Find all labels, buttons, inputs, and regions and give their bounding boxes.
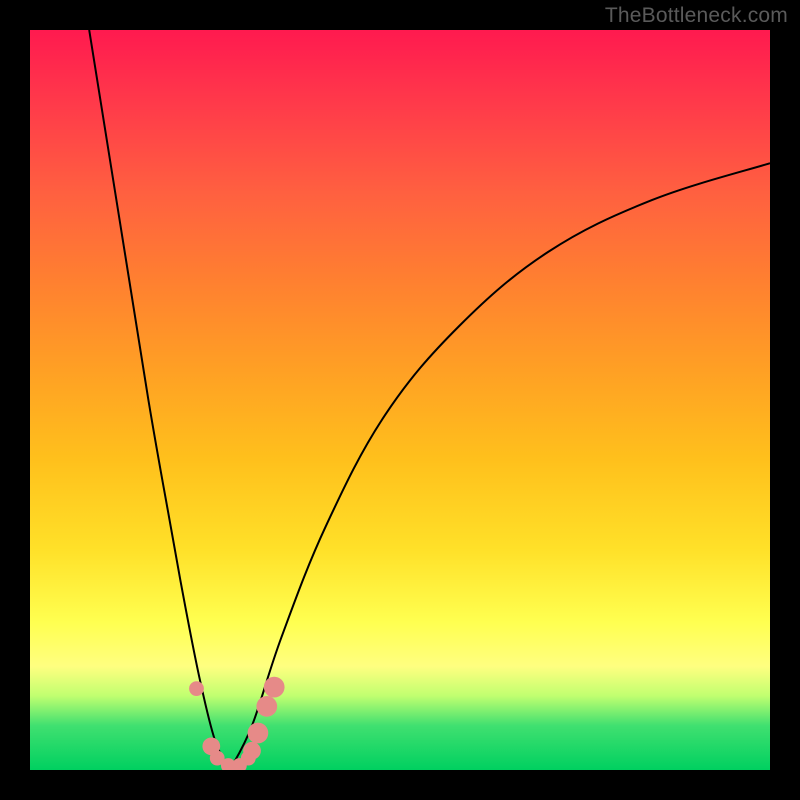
plot-area [30,30,770,770]
bottleneck-curve-svg [30,30,770,770]
data-marker [189,681,204,696]
data-marker [243,742,261,760]
data-marker [256,696,277,717]
curve-right-branch [230,163,770,770]
curve-left-branch [89,30,230,770]
watermark-text: TheBottleneck.com [605,4,788,28]
data-marker [264,677,285,698]
data-marker [248,723,269,744]
